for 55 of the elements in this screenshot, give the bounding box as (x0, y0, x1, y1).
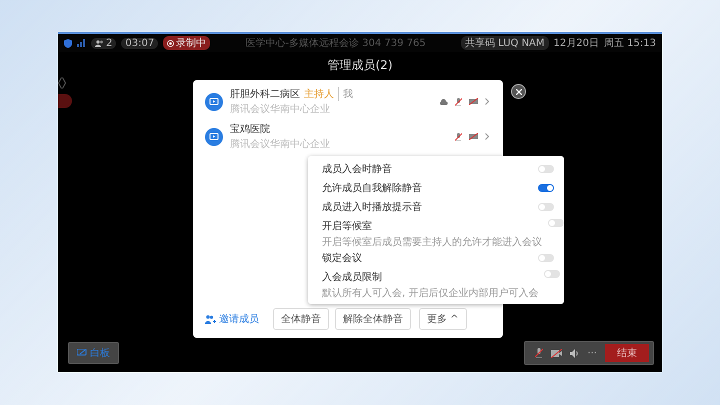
member-name: 宝鸡医院 (230, 122, 270, 136)
invite-button[interactable]: 邀请成员 (205, 312, 259, 326)
whiteboard-icon (77, 349, 87, 357)
setting-description: 默认所有人可入会, 开启后仅企业内部用户可入会 (322, 286, 538, 300)
speaker-icon (570, 348, 580, 358)
camera-off-icon (551, 348, 562, 358)
setting-label: 成员进入时播放提示音 (322, 200, 422, 214)
participants-button[interactable]: 2 (91, 38, 116, 48)
shield-icon (64, 38, 72, 48)
host-tag: 主持人 (304, 87, 334, 101)
member-name: 肝胆外科二病区 (230, 88, 300, 101)
toggle-switch[interactable] (538, 164, 554, 172)
participant-count: 2 (106, 38, 112, 48)
member-organization: 腾讯会议华南中心企业 (230, 138, 331, 151)
chevron-right-icon (485, 98, 489, 105)
share-code: 共享码 LUQ NAM (460, 36, 549, 50)
signal-icon (77, 39, 86, 47)
toggle-switch[interactable] (538, 254, 554, 262)
chevron-right-icon (62, 77, 66, 89)
add-people-icon (205, 314, 216, 324)
more-button[interactable]: 更多 ^ (419, 308, 467, 330)
people-icon (95, 40, 104, 46)
close-icon (516, 88, 522, 94)
chevron-right-icon (485, 133, 489, 140)
camera-off-icon (469, 98, 478, 105)
meeting-duration: 03:07 (121, 38, 158, 48)
camera-off-icon (469, 133, 478, 140)
meeting-title: 医学中心-多媒体远程会诊 304 739 765 (245, 36, 426, 50)
setting-label: 允许成员自我解除静音 (322, 182, 422, 194)
more-options-button[interactable]: ··· (587, 348, 597, 358)
member-organization: 腾讯会议华南中心企业 (230, 102, 331, 116)
side-tab-button[interactable] (58, 94, 72, 108)
screen-icon (205, 128, 223, 146)
recording-indicator[interactable]: 录制中 (163, 36, 210, 50)
meeting-date: 12月20日 (554, 37, 599, 50)
setting-label: 锁定会议 (322, 252, 362, 264)
toggle-switch[interactable] (538, 202, 554, 210)
setting-label: 成员入会时静音 (322, 162, 392, 176)
setting-label: 入会成员限制 (322, 270, 383, 284)
mute-control-button[interactable]: 全体静音 (273, 308, 329, 330)
toggle-switch[interactable] (544, 270, 560, 278)
toggle-switch[interactable] (538, 184, 554, 192)
record-icon (167, 40, 174, 46)
setting-description: 开启等候室后成员需要主持人的允许才能进入会议 (322, 236, 542, 249)
setting-label: 开启等候室 (322, 220, 373, 233)
toggle-switch[interactable] (548, 219, 564, 227)
self-tag: 我 (338, 87, 353, 101)
close-button[interactable] (511, 84, 526, 99)
dialog-title: 管理成员(2) (326, 57, 394, 74)
mute-control-button[interactable]: 解除全体静音 (335, 308, 411, 330)
chevron-left-icon (58, 77, 62, 89)
end-meeting-button[interactable]: 结束 (605, 344, 649, 362)
meeting-time: 周五 15:13 (604, 37, 656, 50)
microphone-icon (535, 348, 544, 358)
screen-icon (205, 92, 223, 110)
